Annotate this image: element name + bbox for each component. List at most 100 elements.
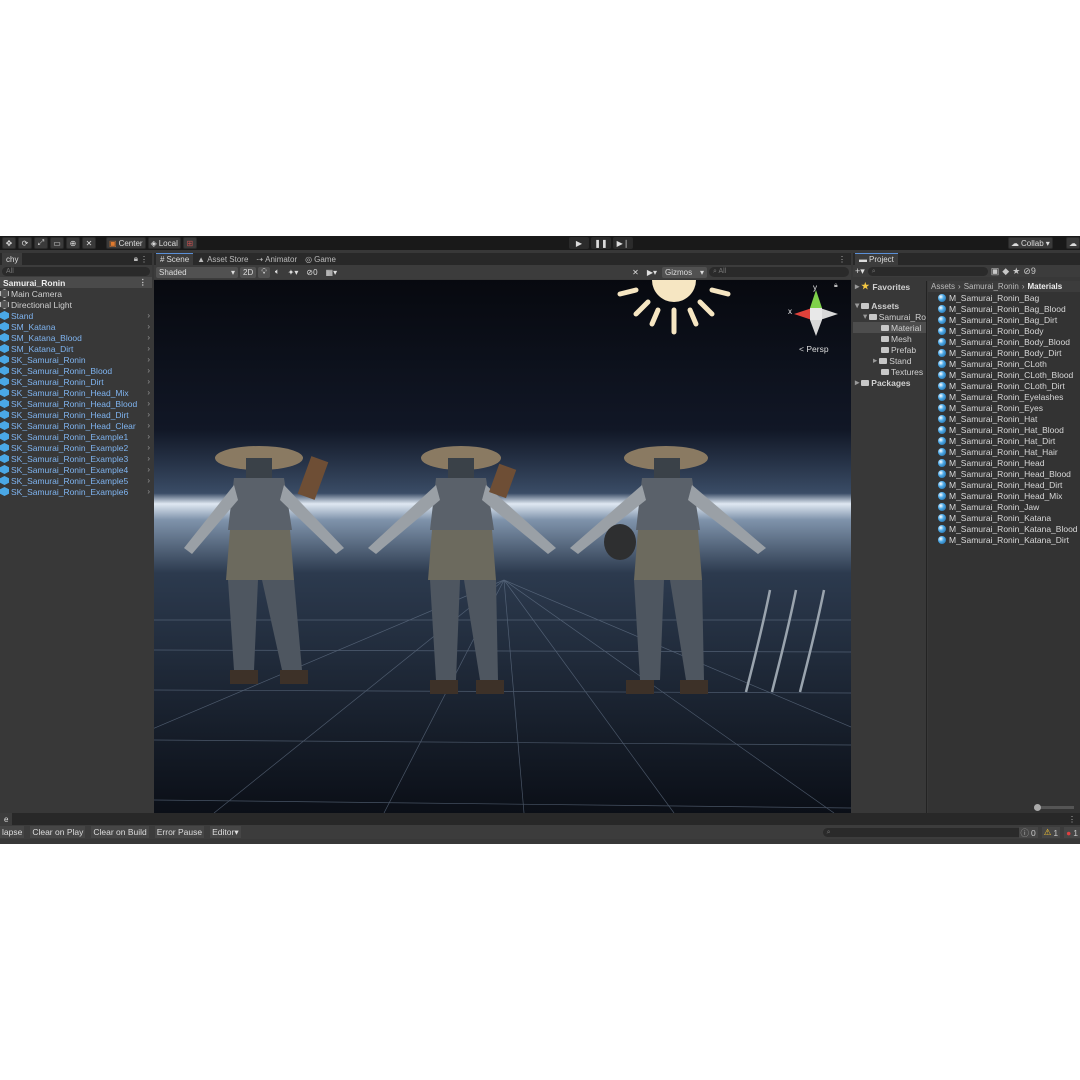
folder-materials[interactable]: Material (853, 322, 926, 333)
chevron-right-icon[interactable]: › (147, 421, 150, 430)
editor-dropdown[interactable]: Editor ▾ (210, 826, 241, 838)
folder-textures[interactable]: Textures (853, 366, 926, 377)
hierarchy-item[interactable]: SK_Samurai_Ronin_Example5 › (0, 475, 152, 486)
breadcrumb-assets[interactable]: Assets (931, 282, 955, 291)
hierarchy-item[interactable]: SK_Samurai_Ronin_Example1 › (0, 431, 152, 442)
material-item[interactable]: M_Samurai_Ronin_Hat_Blood (928, 424, 1080, 435)
warning-count-toggle[interactable]: ⚠ 1 (1041, 827, 1061, 838)
tab-asset-store[interactable]: ▲ Asset Store (193, 253, 253, 265)
material-item[interactable]: M_Samurai_Ronin_Body (928, 325, 1080, 336)
slider-handle[interactable] (1034, 804, 1041, 811)
material-item[interactable]: M_Samurai_Ronin_CLoth_Dirt (928, 380, 1080, 391)
error-count-toggle[interactable]: ● 1 (1064, 827, 1080, 838)
lighting-icon[interactable]: 💡︎ (258, 266, 270, 278)
rotate-tool-icon[interactable]: ⟳ (18, 237, 32, 249)
persp-label[interactable]: < Persp (799, 344, 829, 354)
scene-viewport[interactable]: y x 🔒︎ < Persp (154, 280, 851, 813)
chevron-right-icon[interactable]: › (147, 399, 150, 408)
chevron-right-icon[interactable]: › (147, 410, 150, 419)
folder-samurai-ronin[interactable]: ▾ Samurai_Ro (853, 311, 926, 322)
toggle-2d-button[interactable]: 2D (240, 266, 257, 278)
hierarchy-item[interactable]: SK_Samurai_Ronin_Blood › (0, 365, 152, 376)
material-item[interactable]: M_Samurai_Ronin_Eyes (928, 402, 1080, 413)
chevron-right-icon[interactable]: › (147, 432, 150, 441)
chevron-right-icon[interactable]: › (147, 377, 150, 386)
material-item[interactable]: M_Samurai_Ronin_CLoth (928, 358, 1080, 369)
project-search-input[interactable]: ⌕ (867, 266, 988, 276)
material-item[interactable]: M_Samurai_Ronin_Hat (928, 413, 1080, 424)
pivot-local-button[interactable]: ◈ Local (147, 237, 181, 249)
lock-icon[interactable]: 🔒︎ (834, 282, 838, 290)
hierarchy-item[interactable]: SK_Samurai_Ronin_Head_Mix › (0, 387, 152, 398)
hierarchy-item[interactable]: SM_Katana_Dirt › (0, 343, 152, 354)
tools-icon[interactable]: ✕ (629, 267, 642, 278)
icon-size-slider[interactable] (1034, 804, 1074, 811)
transform-tool-icon[interactable]: ⊕ (66, 237, 80, 249)
material-item[interactable]: M_Samurai_Ronin_CLoth_Blood (928, 369, 1080, 380)
assets-folder[interactable]: ▾ Assets (853, 300, 926, 311)
hidden-objects-toggle[interactable]: ⊘ 0 (303, 267, 320, 278)
lock-icon[interactable]: 🔒︎ (134, 254, 138, 264)
step-button[interactable]: ▶❘ (613, 237, 633, 249)
hierarchy-item[interactable]: Directional Light (0, 299, 152, 310)
hierarchy-item[interactable]: SK_Samurai_Ronin › (0, 354, 152, 365)
chevron-right-icon[interactable]: › (147, 454, 150, 463)
material-item[interactable]: M_Samurai_Ronin_Head_Blood (928, 468, 1080, 479)
hierarchy-item[interactable]: SK_Samurai_Ronin_Head_Clear › (0, 420, 152, 431)
add-asset-icon[interactable]: +▾ (855, 266, 865, 277)
hierarchy-item[interactable]: SK_Samurai_Ronin_Example4 › (0, 464, 152, 475)
material-item[interactable]: M_Samurai_Ronin_Head (928, 457, 1080, 468)
chevron-right-icon[interactable]: › (147, 443, 150, 452)
chevron-right-icon[interactable]: › (147, 344, 150, 353)
folder-stand[interactable]: ▸ Stand (853, 355, 926, 366)
material-item[interactable]: M_Samurai_Ronin_Head_Dirt (928, 479, 1080, 490)
material-item[interactable]: M_Samurai_Ronin_Jaw (928, 501, 1080, 512)
hierarchy-search-input[interactable]: All (2, 266, 150, 276)
error-pause-button[interactable]: Error Pause (154, 826, 205, 838)
gizmos-dropdown[interactable]: Gizmos ▾ (662, 266, 707, 278)
chevron-right-icon[interactable]: › (147, 476, 150, 485)
scale-tool-icon[interactable]: ⤢ (34, 237, 48, 249)
folder-prefab[interactable]: Prefab (853, 344, 926, 355)
tab-project[interactable]: ▬ Project (855, 253, 898, 265)
log-count-toggle[interactable]: ⓘ 0 (1018, 827, 1038, 838)
hierarchy-item[interactable]: SK_Samurai_Ronin_Dirt › (0, 376, 152, 387)
custom-tool-icon[interactable]: ✕ (82, 237, 96, 249)
pause-button[interactable]: ❚❚ (591, 237, 611, 249)
chevron-right-icon[interactable]: › (147, 366, 150, 375)
tab-game[interactable]: ◎ Game (301, 253, 340, 265)
play-button[interactable]: ▶ (569, 237, 589, 249)
scene-more-icon[interactable]: ⋮ (838, 255, 846, 264)
hierarchy-item[interactable]: SM_Katana › (0, 321, 152, 332)
material-item[interactable]: M_Samurai_Ronin_Eyelashes (928, 391, 1080, 402)
chevron-right-icon[interactable]: › (147, 355, 150, 364)
hierarchy-item[interactable]: SK_Samurai_Ronin_Head_Blood › (0, 398, 152, 409)
material-item[interactable]: M_Samurai_Ronin_Katana_Dirt (928, 534, 1080, 545)
rect-tool-icon[interactable]: ▭ (50, 237, 64, 249)
tab-animator[interactable]: ⇢ Animator (252, 253, 302, 265)
cloud-icon[interactable]: ☁ (1066, 237, 1080, 249)
material-item[interactable]: M_Samurai_Ronin_Bag (928, 292, 1080, 303)
favorite-star-icon[interactable]: ★ (1012, 266, 1020, 277)
material-item[interactable]: M_Samurai_Ronin_Katana (928, 512, 1080, 523)
effects-icon[interactable]: ✦▾ (285, 267, 302, 278)
console-more-icon[interactable]: ⋮ (1068, 815, 1076, 824)
hierarchy-item[interactable]: SK_Samurai_Ronin_Example6 › (0, 486, 152, 497)
chevron-right-icon[interactable]: › (147, 388, 150, 397)
material-item[interactable]: M_Samurai_Ronin_Hat_Dirt (928, 435, 1080, 446)
clear-on-build-button[interactable]: Clear on Build (91, 826, 149, 838)
packages-folder[interactable]: ▸ Packages (853, 377, 926, 388)
scene-root-row[interactable]: Samurai_Ronin ⋮ (0, 277, 152, 288)
more-icon[interactable]: ⋮ (140, 255, 148, 264)
material-item[interactable]: M_Samurai_Ronin_Head_Mix (928, 490, 1080, 501)
move-tool-icon[interactable]: ✥ (2, 237, 16, 249)
folder-mesh[interactable]: Mesh (853, 333, 926, 344)
hierarchy-item[interactable]: SM_Katana_Blood › (0, 332, 152, 343)
chevron-right-icon[interactable]: › (147, 333, 150, 342)
tab-hierarchy[interactable]: chy (2, 253, 23, 265)
audio-icon[interactable]: 🔈︎ (272, 267, 283, 278)
grid-snap-icon[interactable]: ⊞ (182, 237, 197, 249)
tab-console[interactable]: e (0, 813, 13, 825)
material-item[interactable]: M_Samurai_Ronin_Hat_Hair (928, 446, 1080, 457)
console-search-input[interactable]: ⌕ (822, 827, 1028, 837)
